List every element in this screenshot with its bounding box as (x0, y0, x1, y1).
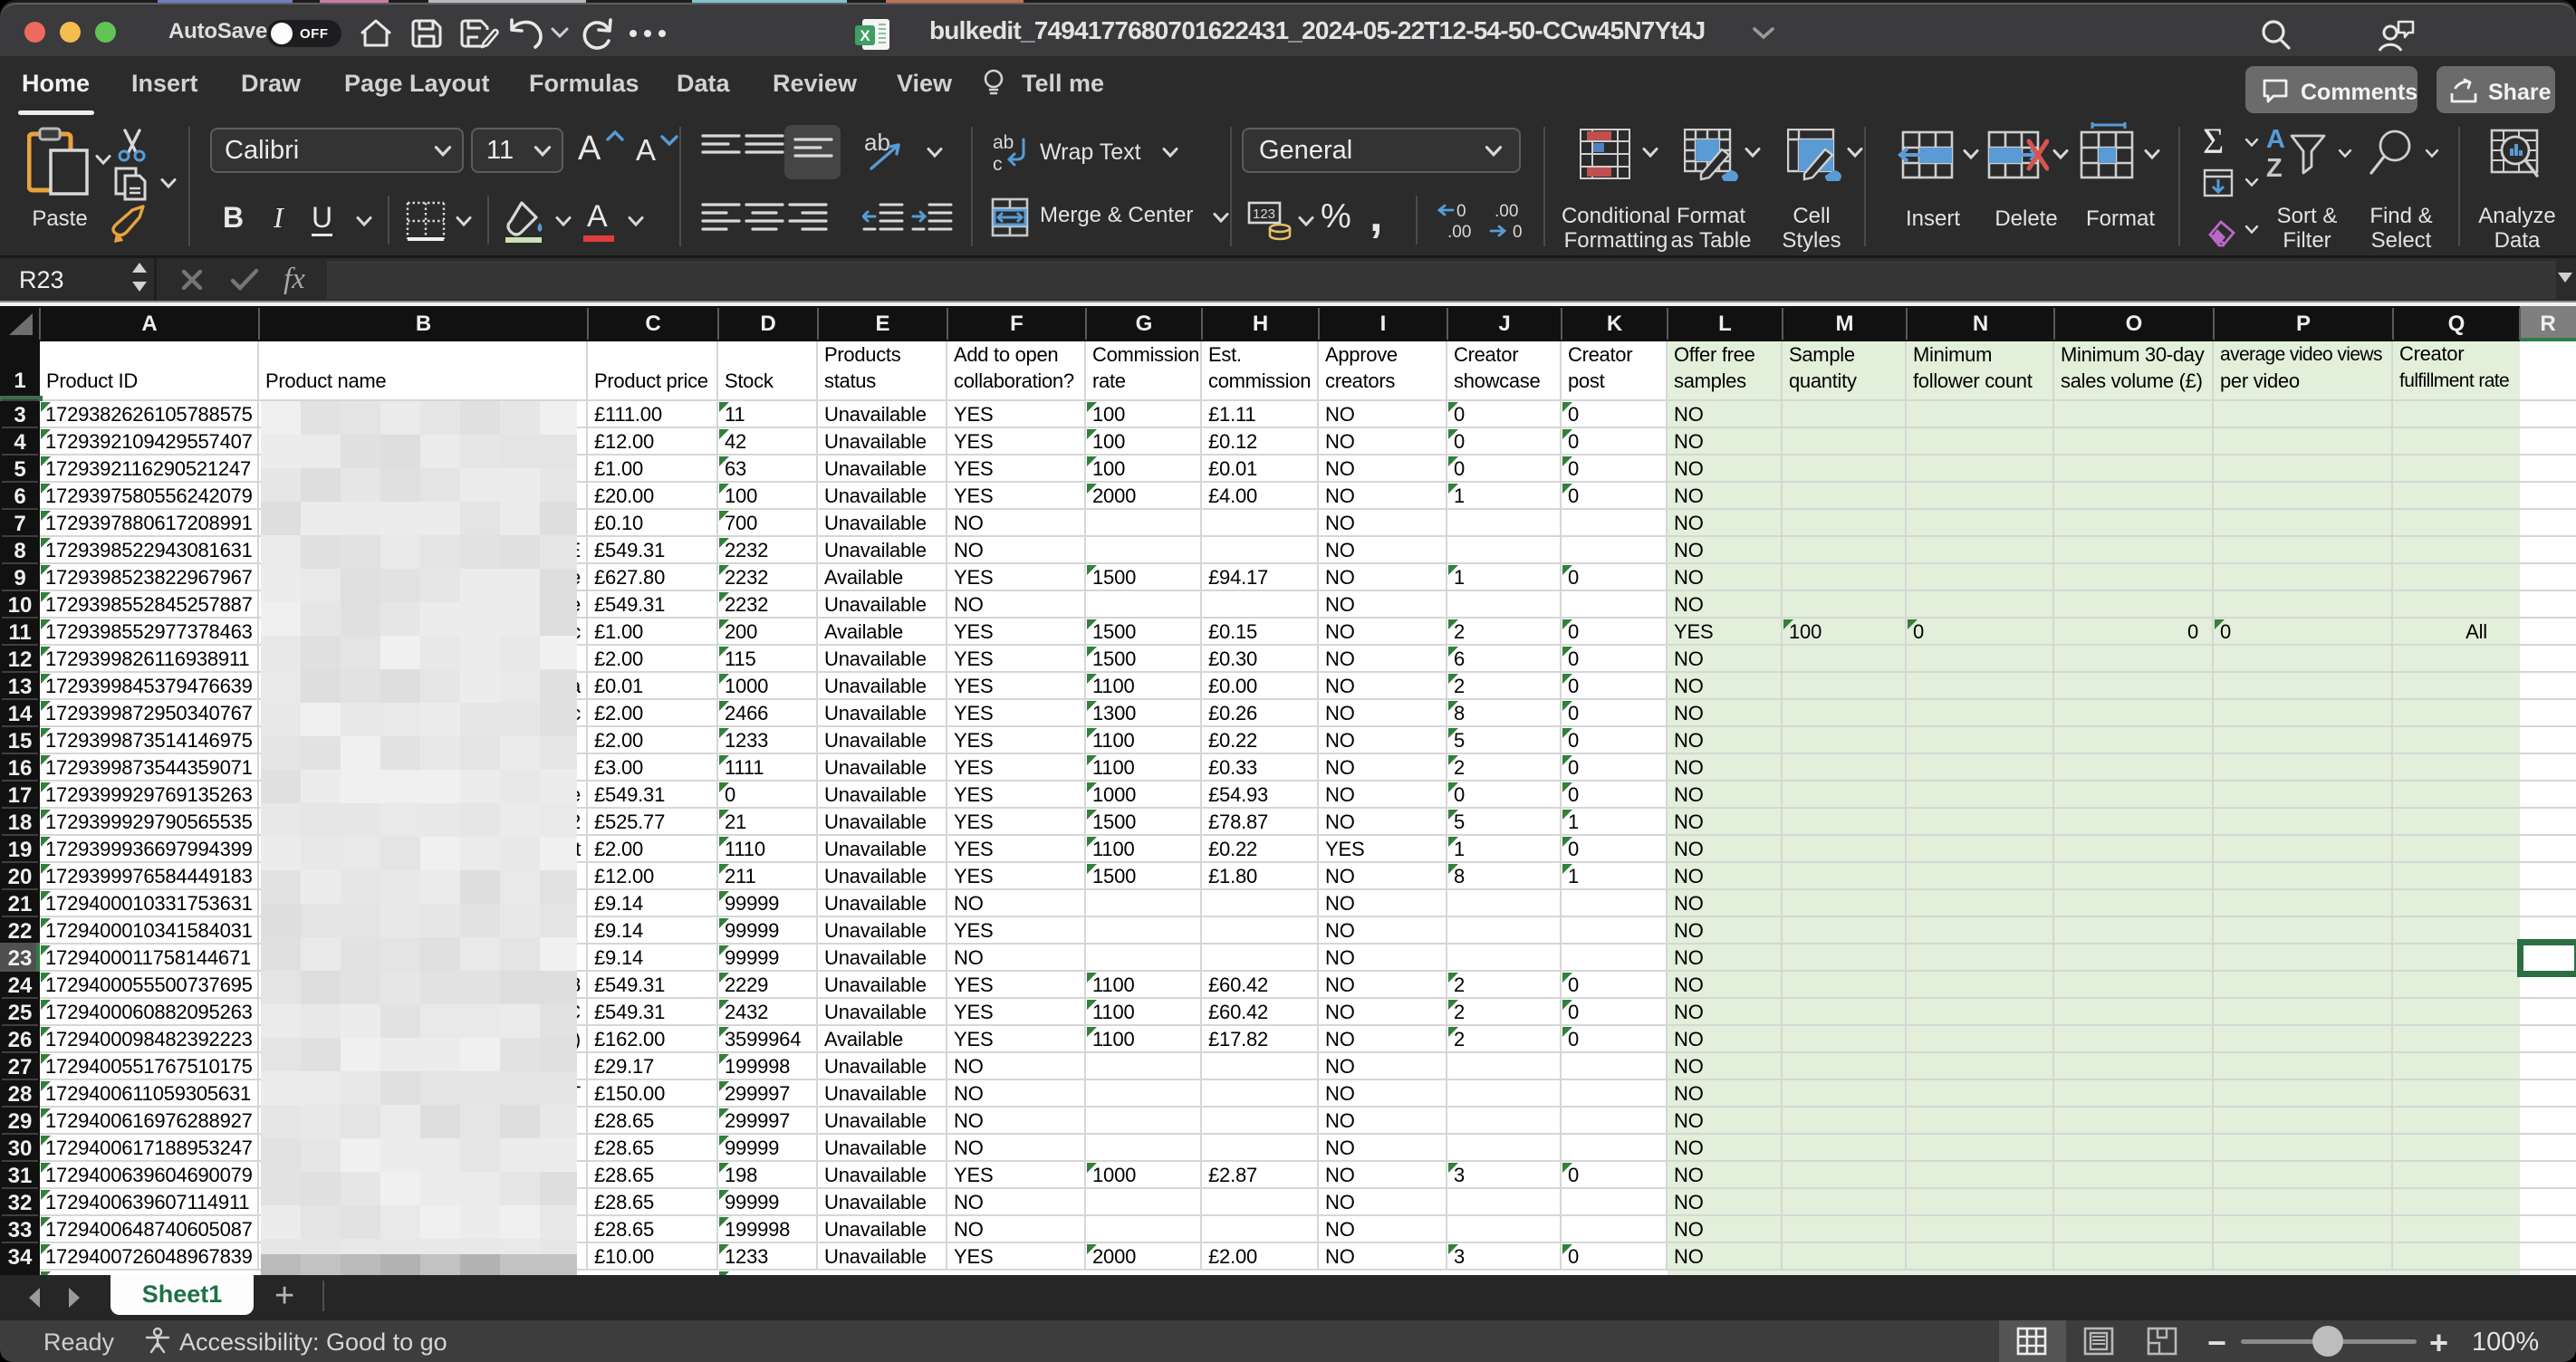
svg-text:123: 123 (1253, 206, 1275, 222)
svg-text:0: 0 (1513, 223, 1523, 241)
svg-text:ab: ab (864, 129, 890, 156)
svg-text:0: 0 (1456, 202, 1466, 221)
svg-text:c: c (993, 154, 1003, 174)
svg-text:.00: .00 (1495, 202, 1518, 221)
svg-text:ab: ab (993, 132, 1014, 153)
svg-text:.00: .00 (1447, 223, 1471, 241)
svg-text:X: X (860, 27, 870, 44)
